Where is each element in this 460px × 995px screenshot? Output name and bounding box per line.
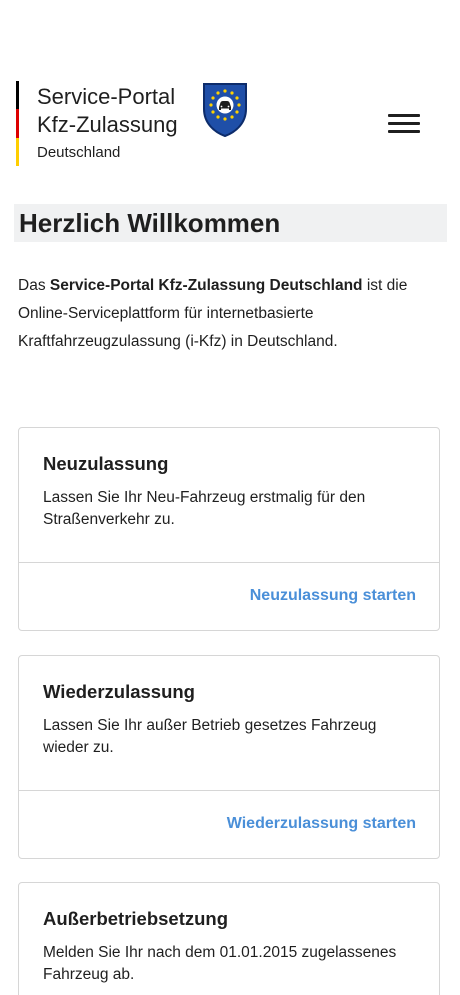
card-footer: Wiederzulassung starten	[19, 790, 439, 859]
flag-red-stripe	[16, 109, 19, 138]
start-wiederzulassung-link[interactable]: Wiederzulassung starten	[227, 815, 416, 833]
menu-bar-middle	[388, 122, 420, 125]
brand-subtitle[interactable]: Deutschland	[37, 144, 120, 161]
card-footer: Neuzulassung starten	[19, 562, 439, 631]
german-flag-bar	[16, 81, 19, 166]
page: Service-Portal Kfz-Zulassung Deutschland	[0, 0, 460, 995]
card-description: Melden Sie Ihr nach dem 01.01.2015 zugel…	[43, 944, 397, 983]
intro-paragraph: Das Service-Portal Kfz-Zulassung Deutsch…	[18, 272, 438, 356]
card-wiederzulassung: Wiederzulassung Lassen Sie Ihr außer Bet…	[18, 655, 440, 859]
hamburger-menu-icon[interactable]	[386, 110, 424, 136]
menu-bar-top	[388, 114, 420, 117]
card-title: Wiederzulassung	[43, 681, 195, 702]
page-title: Herzlich Willkommen	[14, 204, 447, 242]
eu-car-shield-icon[interactable]	[202, 81, 248, 137]
brand-title-line2[interactable]: Kfz-Zulassung	[37, 112, 178, 138]
flag-gold-stripe	[16, 137, 19, 166]
intro-bold-portal-name: Service-Portal Kfz-Zulassung Deutschland	[49, 277, 363, 294]
start-neuzulassung-link[interactable]: Neuzulassung starten	[250, 587, 416, 605]
intro-prefix: Das	[18, 277, 50, 294]
card-title: Neuzulassung	[43, 453, 169, 474]
site-header: Service-Portal Kfz-Zulassung Deutschland	[0, 0, 460, 185]
flag-black-stripe	[16, 81, 19, 110]
menu-bar-bottom	[388, 130, 420, 133]
card-neuzulassung: Neuzulassung Lassen Sie Ihr Neu-Fahrzeug…	[18, 427, 440, 631]
brand-title-line1[interactable]: Service-Portal	[37, 84, 175, 110]
card-description: Lassen Sie Ihr Neu-Fahrzeug erstmalig fü…	[43, 489, 366, 528]
card-ausserbetriebsetzung: Außerbetriebsetzung Melden Sie Ihr nach …	[18, 882, 440, 995]
card-title: Außerbetriebsetzung	[43, 908, 229, 929]
card-description: Lassen Sie Ihr außer Betrieb gesetzes Fa…	[43, 717, 377, 756]
